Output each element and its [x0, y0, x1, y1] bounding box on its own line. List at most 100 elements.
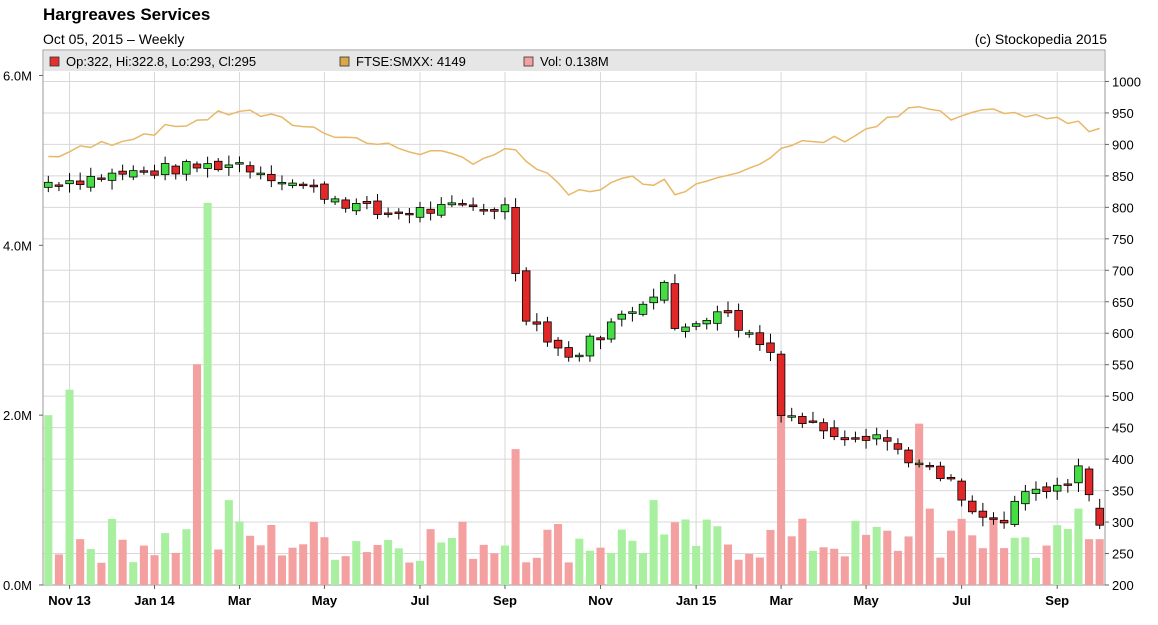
candle-body: [1095, 507, 1104, 526]
volume-bar: [415, 560, 425, 585]
candle-body: [776, 353, 786, 416]
candle-body: [660, 281, 669, 301]
candle-body: [787, 415, 796, 418]
volume-bar: [469, 558, 478, 585]
candle-body: [989, 517, 998, 520]
x-axis: Nov 13 Jan 14 Mar May Jul Sep Nov Jan 15 Mar May J…: [48, 585, 1069, 608]
volume-bar: [150, 555, 159, 585]
stock-chart: Op:322, Hi:322.8, Lo:293, Cl:295 FTSE:SMX…: [3, 49, 1141, 608]
volume-bar: [161, 533, 170, 585]
candle-body: [405, 212, 414, 216]
volume-bar: [957, 518, 966, 585]
volume-bar: [235, 521, 244, 585]
candle-body: [575, 354, 584, 358]
volume-bar: [893, 550, 902, 585]
candle-body: [1084, 468, 1094, 496]
candle-body: [1031, 488, 1041, 494]
volume-bar: [76, 539, 85, 585]
volume-bar: [331, 559, 340, 585]
volume-bar: [479, 544, 488, 585]
x-tick-label: Jan 15: [676, 593, 716, 608]
candle-body: [490, 209, 499, 212]
candle-body: [1052, 484, 1062, 492]
candle-body: [734, 310, 743, 331]
x-tick-label: May: [312, 593, 338, 608]
volume-bar: [1074, 508, 1083, 585]
candle-body: [946, 476, 956, 480]
x-tick-label: Mar: [770, 593, 793, 608]
candle-body: [447, 202, 457, 206]
volume-tick-label: 4.0M: [3, 238, 32, 253]
candle-body: [330, 198, 340, 203]
volume-bar: [373, 544, 382, 585]
volume-bar: [745, 553, 754, 585]
volume-bar: [44, 415, 53, 585]
candle-body: [1074, 465, 1083, 484]
candle-body: [978, 510, 988, 518]
price-tick-label: 950: [1112, 106, 1134, 121]
volume-bar: [830, 548, 839, 585]
price-tick-label: 450: [1112, 421, 1134, 436]
candle-body: [798, 416, 807, 424]
price-tick-label: 250: [1112, 547, 1134, 562]
x-tick-label: Nov: [588, 593, 613, 608]
candle-body: [107, 172, 117, 181]
volume-bar: [97, 562, 106, 585]
price-tick-label: 300: [1112, 515, 1134, 530]
x-tick-label: Mar: [228, 593, 251, 608]
candle-body: [320, 183, 329, 200]
volume-bar: [246, 535, 255, 585]
candle-body: [75, 180, 85, 185]
volume-bar: [224, 500, 233, 585]
volume-bar: [723, 544, 733, 585]
candle-body: [670, 283, 680, 329]
volume-bar: [798, 518, 807, 585]
price-axis: 200 250 300 350 400 450 500 550 600 650 700 750 800 8…: [1105, 74, 1141, 593]
volume-bar: [1021, 537, 1030, 585]
candle-body: [160, 163, 170, 176]
volume-bar: [660, 534, 669, 585]
volume-bar: [1010, 537, 1019, 585]
volume-bar: [734, 559, 743, 585]
volume-bar: [1095, 539, 1104, 585]
volume-bar: [692, 545, 701, 585]
price-tick-label: 650: [1112, 295, 1134, 310]
plot-area: [42, 49, 1106, 586]
candle-body: [691, 323, 701, 327]
volume-bar: [1085, 539, 1094, 585]
legend-label: Vol: 0.138M: [540, 54, 609, 69]
candle-body: [267, 173, 276, 182]
x-tick-label: Jan 14: [134, 593, 175, 608]
x-tick-label: May: [853, 593, 879, 608]
volume-bar: [766, 529, 775, 585]
volume-bar: [862, 534, 871, 585]
volume-bar: [649, 500, 658, 585]
candle-body: [129, 170, 138, 178]
price-tick-label: 800: [1112, 200, 1134, 215]
candle-body: [819, 422, 828, 432]
candle-body: [44, 181, 53, 188]
candle-body: [883, 437, 892, 442]
candle-body: [893, 443, 903, 450]
candle-body: [54, 184, 64, 187]
volume-bar: [968, 535, 977, 585]
candle-body: [968, 500, 977, 513]
x-tick-label: Jul: [952, 593, 971, 608]
candle-body: [829, 427, 839, 438]
volume-bar: [946, 530, 956, 585]
volume-bar: [118, 539, 127, 585]
candle-body: [936, 465, 945, 479]
volume-bar: [522, 562, 531, 585]
volume-bar: [65, 389, 74, 585]
candle-body: [214, 160, 223, 171]
volume-bar: [320, 537, 329, 585]
candle-body: [182, 161, 191, 175]
candle-body: [224, 164, 234, 168]
candle-body: [277, 182, 287, 185]
price-tick-label: 750: [1112, 232, 1134, 247]
candle-body: [840, 437, 850, 441]
candle-body: [458, 203, 467, 206]
legend-label: FTSE:SMXX: 4149: [356, 54, 466, 69]
price-tick-label: 900: [1112, 137, 1134, 152]
candle-body: [766, 342, 775, 353]
